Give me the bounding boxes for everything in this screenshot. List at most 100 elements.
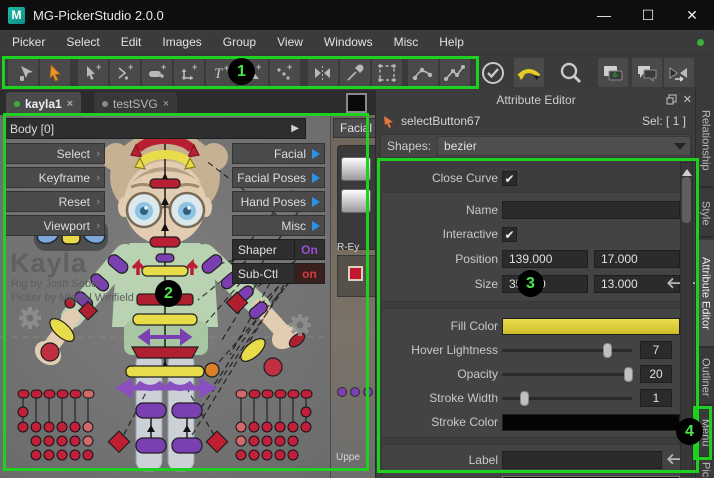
lip-picker-dot[interactable] (337, 387, 347, 397)
keyframe-menu-button[interactable]: Keyframe (5, 167, 105, 188)
stroke-width-value[interactable]: 1 (640, 389, 672, 407)
float-panel-icon[interactable] (666, 94, 677, 105)
tab-close-icon[interactable]: × (67, 98, 73, 110)
status-dot (697, 39, 704, 46)
name-input[interactable] (502, 201, 680, 219)
toolbar: + + + + T+ + + (0, 55, 714, 90)
menu-picker[interactable]: Picker (12, 35, 45, 49)
facial-gradient-button[interactable] (341, 189, 371, 213)
lip-picker-dot[interactable] (350, 387, 360, 397)
label-input[interactable] (502, 451, 662, 469)
viewport-menu-button[interactable]: Viewport (5, 215, 105, 236)
hover-lightness-label: Hover Lightness (378, 343, 498, 357)
tab-close-icon[interactable]: × (163, 98, 169, 110)
size-width-input[interactable]: 35.000 (502, 275, 588, 293)
eye-control-box (337, 255, 375, 297)
curve-tool-icon[interactable] (408, 58, 438, 87)
chevron-down-icon (674, 143, 686, 150)
reset-menu-button[interactable]: Reset (5, 191, 105, 212)
subctl-state[interactable]: on (295, 263, 325, 284)
gear-icon-left[interactable] (19, 307, 41, 329)
facial-button[interactable]: Facial (232, 143, 325, 164)
select-menu-button[interactable]: Select (5, 143, 105, 164)
subctl-toggle[interactable]: Sub-Ctl on (232, 263, 325, 284)
maximize-button[interactable]: ☐ (626, 0, 670, 30)
close-curve-checkbox[interactable]: ✔ (502, 171, 517, 186)
play-icon (312, 173, 320, 183)
hover-lightness-value[interactable]: 7 (640, 341, 672, 359)
add-slider-button-icon[interactable]: + (142, 58, 172, 87)
menu-misc[interactable]: Misc (394, 35, 419, 49)
menu-images[interactable]: Images (162, 35, 201, 49)
polyline-curve-icon[interactable] (440, 58, 470, 87)
position-y-input[interactable]: 17.000 (594, 250, 680, 268)
export-image-icon[interactable] (598, 58, 628, 87)
gear-icon-right[interactable] (289, 314, 311, 336)
menu-group[interactable]: Group (223, 35, 256, 49)
svg-text:+: + (287, 62, 292, 72)
menu-select[interactable]: Select (66, 35, 99, 49)
menu-edit[interactable]: Edit (121, 35, 142, 49)
tab-label: kayla1 (25, 97, 62, 111)
scroll-up-icon[interactable] (682, 166, 692, 176)
play-icon (312, 197, 320, 207)
eyedropper-icon[interactable] (340, 58, 370, 87)
body-group-header[interactable]: Body [0] ▶ (3, 118, 306, 139)
tab-picker-cut[interactable]: Pic (696, 462, 714, 478)
hand-tool-icon[interactable] (8, 58, 38, 87)
add-select-button-icon[interactable]: + (78, 58, 108, 87)
fill-color-swatch[interactable] (502, 318, 680, 335)
facial-gradient-button[interactable] (341, 157, 371, 181)
interactive-checkbox[interactable]: ✔ (502, 227, 517, 242)
marquee-select-icon[interactable] (372, 58, 402, 87)
stroke-color-label: Stroke Color (378, 415, 498, 429)
svg-text:+: + (161, 62, 166, 72)
close-panel-icon[interactable]: ✕ (683, 93, 692, 106)
shapes-label: Shapes: (387, 139, 431, 153)
menu-windows[interactable]: Windows (324, 35, 373, 49)
lip-picker-dot[interactable] (363, 387, 373, 397)
facial-panel-header[interactable]: Facial (333, 118, 375, 138)
tab-attribute-editor[interactable]: Attribute Editor (696, 240, 714, 348)
close-button[interactable]: ✕ (670, 0, 714, 30)
tab-label: testSVG (113, 97, 158, 111)
shapes-dropdown[interactable]: bezier (437, 136, 691, 156)
tab-kayla1[interactable]: kayla1 × (6, 92, 81, 115)
hand-poses-button[interactable]: Hand Poses (232, 191, 325, 212)
misc-button[interactable]: Misc (232, 215, 325, 236)
tab-outliner[interactable]: Outliner (696, 350, 714, 406)
stroke-width-slider[interactable] (502, 389, 632, 407)
menu-view[interactable]: View (277, 35, 303, 49)
tab-testsvg[interactable]: testSVG × (94, 92, 177, 115)
add-command-button-icon[interactable]: + (110, 58, 140, 87)
position-x-input[interactable]: 139.000 (502, 250, 588, 268)
hover-lightness-slider[interactable] (502, 341, 632, 359)
apply-check-icon[interactable] (478, 58, 508, 87)
shaper-toggle[interactable]: Shaper On (232, 239, 325, 260)
flip-mirror-icon[interactable] (664, 58, 694, 87)
menu-help[interactable]: Help (439, 35, 464, 49)
undo-curve-icon[interactable] (514, 58, 544, 87)
comment-bubble-icon[interactable] (632, 58, 662, 87)
stroke-color-swatch[interactable] (502, 414, 680, 431)
expand-arrow-icon[interactable]: ▶ (291, 123, 299, 134)
fill-color-label: Fill Color (378, 319, 498, 333)
shaper-state[interactable]: On (295, 239, 325, 260)
add-points-button-icon[interactable]: + (270, 58, 300, 87)
search-icon[interactable] (556, 58, 586, 87)
tab-style[interactable]: Style (696, 190, 714, 238)
facial-panel-partial[interactable]: Facial R-Ey Uppe (330, 115, 375, 478)
eye-picker-button[interactable] (348, 266, 363, 281)
scroll-thumb[interactable] (682, 177, 691, 223)
title-bar: M MG-PickerStudio 2.0.0 — ☐ ✕ (0, 0, 714, 30)
annotation-badge-2: 2 (155, 280, 182, 307)
facial-poses-button[interactable]: Facial Poses (232, 167, 325, 188)
select-cursor-icon[interactable] (40, 58, 70, 87)
background-color-swatch[interactable] (346, 93, 367, 113)
opacity-value[interactable]: 20 (640, 365, 672, 383)
tab-relationship[interactable]: Relationship (696, 94, 714, 188)
opacity-slider[interactable] (502, 365, 632, 383)
mirror-tool-icon[interactable] (308, 58, 338, 87)
add-pose-button-icon[interactable]: + (174, 58, 204, 87)
minimize-button[interactable]: — (582, 0, 626, 30)
